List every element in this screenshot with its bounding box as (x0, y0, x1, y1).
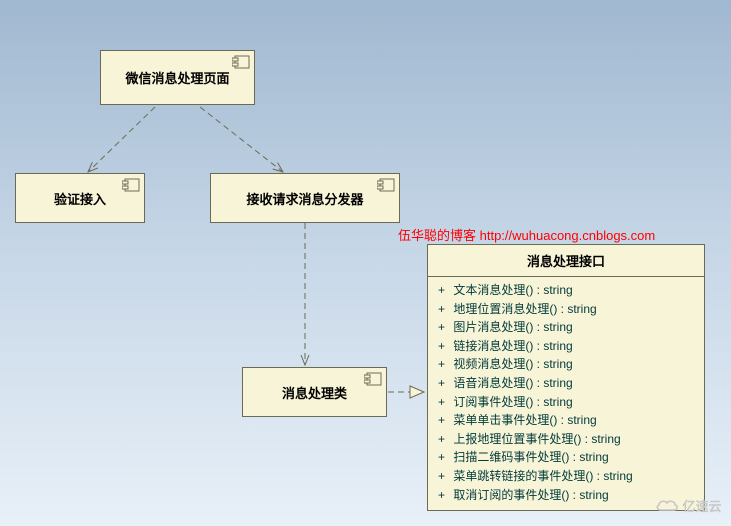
operation-signature: 菜单跳转链接的事件处理() : string (453, 469, 632, 483)
operation-visibility: + (438, 448, 450, 467)
component-label: 接收请求消息分发器 (246, 189, 363, 208)
operation-row: + 订阅事件处理() : string (438, 393, 694, 412)
operation-row: + 菜单单击事件处理() : string (438, 411, 694, 430)
operation-visibility: + (438, 318, 450, 337)
component-verify: 验证接入 (15, 173, 145, 223)
operation-visibility: + (438, 467, 450, 486)
operation-visibility: + (438, 374, 450, 393)
operation-signature: 链接消息处理() : string (453, 339, 572, 353)
operation-signature: 菜单单击事件处理() : string (453, 413, 596, 427)
operation-signature: 取消订阅的事件处理() : string (453, 488, 608, 502)
operation-row: + 上报地理位置事件处理() : string (438, 430, 694, 449)
component-label: 验证接入 (54, 189, 106, 208)
operation-signature: 语音消息处理() : string (453, 376, 572, 390)
operation-row: + 文本消息处理() : string (438, 281, 694, 300)
operation-visibility: + (438, 281, 450, 300)
cloud-icon (654, 496, 680, 514)
component-label: 微信消息处理页面 (125, 68, 229, 87)
component-dispatcher: 接收请求消息分发器 (210, 173, 400, 223)
diagram-canvas: { "watermark": "伍华聪的博客 http://wuhuacong.… (0, 0, 731, 526)
operation-visibility: + (438, 393, 450, 412)
operation-row: + 视频消息处理() : string (438, 355, 694, 374)
operation-signature: 扫描二维码事件处理() : string (453, 450, 608, 464)
operation-signature: 订阅事件处理() : string (453, 395, 572, 409)
component-label: 消息处理类 (282, 383, 347, 402)
interface-operations: + 文本消息处理() : string+ 地理位置消息处理() : string… (428, 277, 704, 510)
operation-row: + 扫描二维码事件处理() : string (438, 448, 694, 467)
edge-page-to-dispatcher (200, 107, 283, 172)
component-handler-class: 消息处理类 (242, 367, 387, 417)
component-wechat-page: 微信消息处理页面 (100, 50, 255, 105)
interface-title: 消息处理接口 (527, 254, 605, 269)
operation-visibility: + (438, 411, 450, 430)
component-icon (364, 372, 382, 386)
operation-visibility: + (438, 337, 450, 356)
operation-row: + 语音消息处理() : string (438, 374, 694, 393)
site-logo: 亿速云 (651, 490, 725, 520)
operation-row: + 地理位置消息处理() : string (438, 300, 694, 319)
operation-visibility: + (438, 300, 450, 319)
operation-visibility: + (438, 486, 450, 505)
component-icon (122, 178, 140, 192)
edge-page-to-verify (88, 107, 155, 172)
watermark-text: 伍华聪的博客 http://wuhuacong.cnblogs.com (398, 225, 655, 244)
operation-visibility: + (438, 355, 450, 374)
operation-signature: 上报地理位置事件处理() : string (453, 432, 620, 446)
interface-message-handler: 消息处理接口 + 文本消息处理() : string+ 地理位置消息处理() :… (427, 244, 705, 511)
operation-signature: 文本消息处理() : string (453, 283, 572, 297)
operation-row: + 图片消息处理() : string (438, 318, 694, 337)
component-icon (232, 55, 250, 69)
operation-row: + 菜单跳转链接的事件处理() : string (438, 467, 694, 486)
operation-signature: 地理位置消息处理() : string (453, 302, 596, 316)
interface-title-bar: 消息处理接口 (428, 245, 704, 277)
operation-signature: 图片消息处理() : string (453, 320, 572, 334)
logo-text: 亿速云 (682, 496, 721, 515)
operation-visibility: + (438, 430, 450, 449)
component-icon (377, 178, 395, 192)
operation-signature: 视频消息处理() : string (453, 357, 572, 371)
operation-row: + 链接消息处理() : string (438, 337, 694, 356)
